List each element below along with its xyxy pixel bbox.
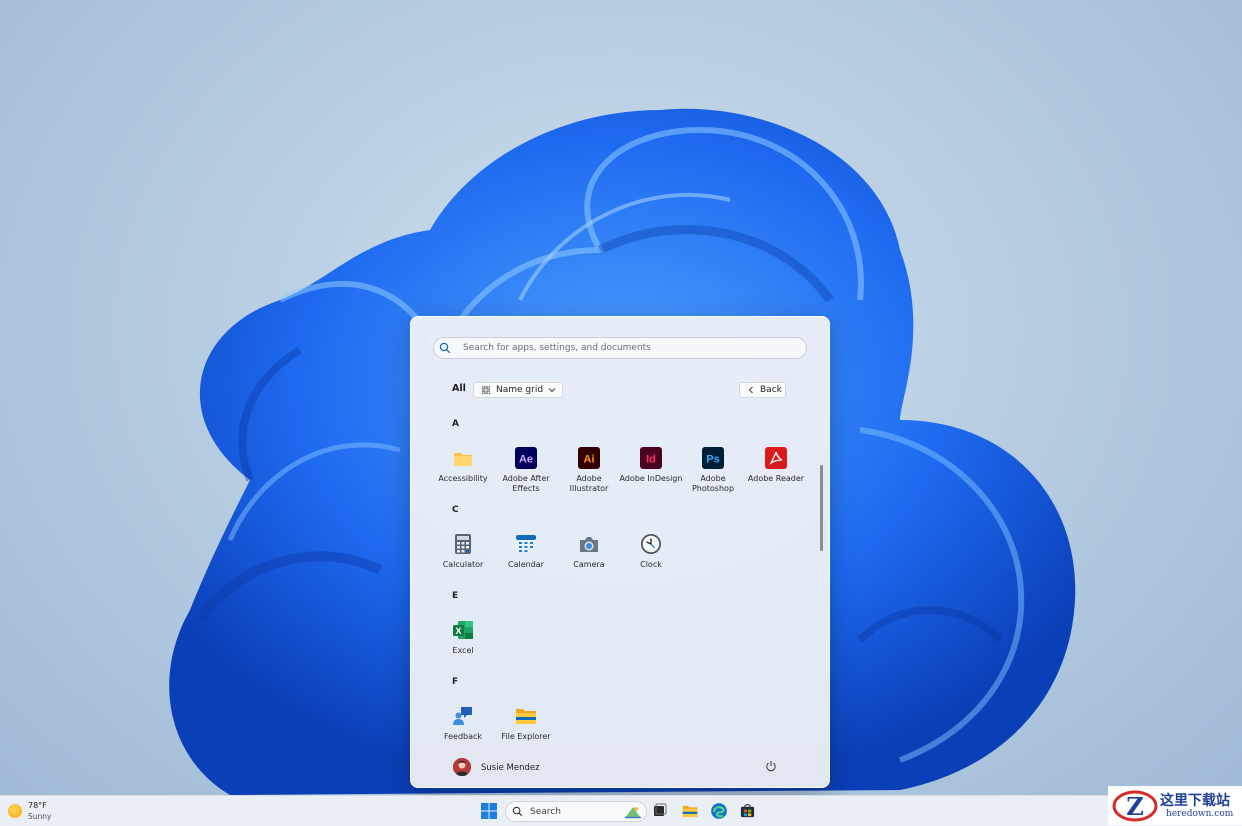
- photoshop-icon: Ps: [702, 447, 724, 469]
- app-tile[interactable]: Calendar: [494, 533, 558, 583]
- camera-icon: [580, 537, 598, 552]
- view-dropdown-label: Name grid: [496, 385, 544, 395]
- after-effects-icon: Ae: [515, 447, 537, 469]
- app-label: Adobe After Effects: [502, 474, 550, 493]
- app-tile[interactable]: Camera: [557, 533, 621, 583]
- app-label: Feedback: [443, 732, 483, 741]
- taskbar-search-label: Search: [530, 806, 561, 817]
- app-label: Adobe Photoshop: [691, 474, 735, 493]
- app-label: Adobe InDesign: [619, 474, 683, 483]
- back-button[interactable]: Back: [739, 382, 786, 398]
- edge-browser-icon[interactable]: [711, 803, 727, 819]
- app-tile[interactable]: Clock: [619, 533, 683, 583]
- app-label: Calendar: [508, 560, 544, 569]
- app-label: File Explorer: [501, 732, 551, 741]
- windows-start-icon[interactable]: [481, 803, 497, 819]
- calendar-icon: [516, 535, 536, 553]
- watermark-logo: Z 这里下载站 heredown.com: [1108, 786, 1242, 825]
- back-button-label: Back: [760, 385, 782, 395]
- app-tile[interactable]: Adobe Reader: [744, 447, 808, 497]
- group-letter[interactable]: C: [452, 505, 459, 515]
- chevron-left-icon: [748, 386, 753, 394]
- svg-text:X: X: [455, 626, 461, 636]
- search-icon: [439, 342, 451, 354]
- taskbar-search-box[interactable]: Search: [505, 801, 647, 822]
- svg-text:Ai: Ai: [584, 454, 595, 466]
- acrobat-reader-icon: [765, 447, 787, 469]
- app-label: Clock: [640, 560, 662, 569]
- group-letter[interactable]: A: [452, 419, 459, 429]
- group-letter[interactable]: E: [452, 591, 458, 601]
- chevron-down-icon: [548, 388, 556, 393]
- app-label: Adobe Illustrator: [569, 474, 609, 493]
- clock-icon: [641, 534, 661, 554]
- power-icon[interactable]: [765, 760, 777, 772]
- app-label: Adobe Reader: [747, 474, 805, 483]
- grid-icon: [482, 386, 490, 394]
- app-tile[interactable]: Id Adobe InDesign: [619, 447, 683, 497]
- scrollbar-thumb[interactable]: [820, 465, 823, 551]
- app-tile[interactable]: Ae Adobe After Effects: [494, 447, 558, 497]
- feedback-hub-icon: [453, 707, 472, 725]
- start-menu: Search for apps, settings, and documents…: [410, 316, 830, 788]
- start-search-box[interactable]: Search for apps, settings, and documents: [433, 337, 807, 359]
- svg-text:Z: Z: [1126, 792, 1144, 821]
- view-dropdown[interactable]: Name grid: [473, 382, 563, 398]
- svg-text:Id: Id: [646, 454, 656, 466]
- app-label: Calculator: [442, 560, 484, 569]
- file-explorer-icon: [516, 709, 536, 724]
- avatar[interactable]: [453, 758, 471, 776]
- weather-condition[interactable]: Sunny: [28, 812, 51, 821]
- start-footer: Susie Mendez: [411, 745, 829, 787]
- search-highlight-icon: [625, 807, 641, 819]
- folder-icon: [454, 453, 472, 466]
- task-view-icon[interactable]: [653, 803, 667, 817]
- app-tile[interactable]: Ai Adobe Illustrator: [557, 447, 621, 497]
- user-avatar-icon: [453, 758, 471, 776]
- heredown-logo-icon: Z: [1112, 790, 1158, 822]
- weather-temperature[interactable]: 78°F: [28, 801, 47, 810]
- illustrator-icon: Ai: [578, 447, 600, 469]
- search-placeholder: Search for apps, settings, and documents: [463, 343, 651, 353]
- group-letter[interactable]: F: [452, 677, 458, 687]
- indesign-icon: Id: [640, 447, 662, 469]
- svg-text:Ae: Ae: [519, 454, 533, 466]
- search-icon: [512, 806, 523, 817]
- file-explorer-icon[interactable]: [682, 803, 698, 819]
- app-label: Excel: [452, 646, 474, 655]
- watermark-site-url: heredown.com: [1166, 809, 1234, 819]
- user-name[interactable]: Susie Mendez: [481, 763, 540, 773]
- filter-label: All: [452, 383, 466, 394]
- excel-icon: X: [453, 621, 473, 639]
- watermark-site-name: 这里下载站: [1160, 793, 1230, 809]
- sun-icon[interactable]: [8, 804, 22, 818]
- app-tile[interactable]: Calculator: [431, 533, 495, 583]
- calculator-icon: [455, 534, 471, 554]
- app-tile[interactable]: X Excel: [431, 619, 495, 669]
- app-tile[interactable]: Accessibility: [431, 447, 495, 497]
- taskbar: 78°F Sunny Search: [0, 795, 1242, 826]
- app-label: Camera: [573, 560, 605, 569]
- app-label: Accessibility: [438, 474, 488, 483]
- microsoft-store-icon[interactable]: [740, 803, 755, 818]
- svg-text:Ps: Ps: [706, 454, 719, 466]
- app-tile[interactable]: Ps Adobe Photoshop: [681, 447, 745, 497]
